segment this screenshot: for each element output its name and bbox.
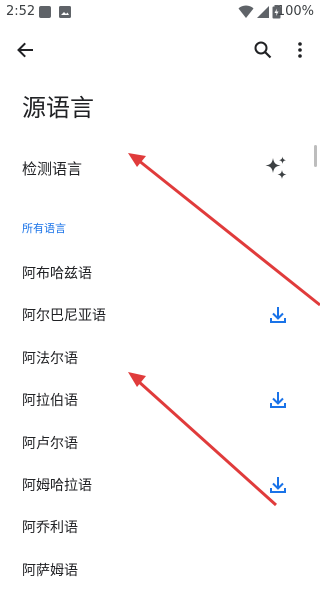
language-label: 阿拉伯语 <box>22 393 78 410</box>
detect-language-row[interactable]: 检测语言 <box>0 142 320 192</box>
language-item[interactable]: 阿萨姆语 <box>0 549 320 591</box>
battery-percent: 100% <box>276 4 314 19</box>
language-label: 阿法尔语 <box>22 350 78 367</box>
more-vert-icon <box>298 42 302 58</box>
language-item[interactable]: 阿法尔语 <box>0 337 320 379</box>
app-bar <box>0 24 320 76</box>
search-icon <box>254 41 272 59</box>
language-item[interactable]: 阿乔利语 <box>0 506 320 548</box>
language-label: 阿乔利语 <box>22 520 78 537</box>
language-item[interactable]: 阿尔巴尼亚语 <box>0 294 320 336</box>
language-item[interactable]: 阿姆哈拉语 <box>0 464 320 506</box>
page-title: 源语言 <box>22 94 94 122</box>
image-icon <box>58 5 72 23</box>
language-label: 阿尔巴尼亚语 <box>22 308 106 325</box>
language-label: 阿布哈兹语 <box>22 266 92 282</box>
scrollbar[interactable] <box>314 145 317 167</box>
notification-icon <box>38 5 52 23</box>
language-item[interactable]: 阿卢尔语 <box>0 422 320 464</box>
arrow-back-icon <box>17 42 33 58</box>
download-icon[interactable] <box>266 303 290 327</box>
language-label: 阿卢尔语 <box>22 435 78 452</box>
language-item[interactable]: 阿布哈兹语 <box>0 252 320 294</box>
download-icon[interactable] <box>266 473 290 497</box>
back-button[interactable] <box>5 30 45 70</box>
language-list: 阿布哈兹语 阿尔巴尼亚语 阿法尔语 阿拉伯语 阿卢尔语 阿姆哈拉语 阿乔利语 阿… <box>0 252 320 591</box>
section-header-all-languages: 所有语言 <box>22 222 66 235</box>
search-button[interactable] <box>243 30 283 70</box>
download-icon[interactable] <box>266 388 290 412</box>
more-options-button[interactable] <box>280 30 320 70</box>
status-bar: 2:52 100% <box>0 0 320 24</box>
status-time: 2:52 <box>6 4 36 19</box>
detect-language-label: 检测语言 <box>22 160 83 178</box>
wifi-icon <box>238 5 254 23</box>
language-label: 阿萨姆语 <box>22 562 78 579</box>
language-label: 阿姆哈拉语 <box>22 477 92 494</box>
language-item[interactable]: 阿拉伯语 <box>0 379 320 421</box>
signal-icon <box>256 5 270 23</box>
sparkle-icon <box>265 156 287 179</box>
